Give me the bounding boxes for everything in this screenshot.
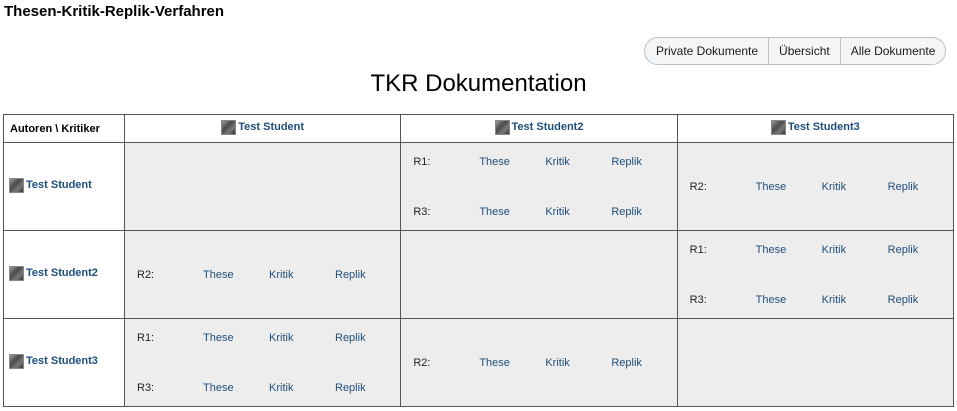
round-list: R1: These Kritik Replik R3: These Kritik Replik — [678, 240, 953, 310]
author-link[interactable]: Test Student — [9, 177, 92, 193]
replik-link[interactable]: Replik — [611, 206, 642, 218]
round-row: R3: These Kritik Replik — [678, 290, 953, 310]
these-link[interactable]: These — [479, 156, 545, 168]
round-list: R2: These Kritik Replik — [125, 240, 400, 310]
row-header: Test Student — [3, 142, 125, 231]
tkr-matrix-table: Autoren \ Kritiker Test Student Test Stu… — [3, 114, 955, 407]
these-link[interactable]: These — [756, 294, 822, 306]
author-link[interactable]: Test Student2 — [9, 265, 98, 281]
replik-link[interactable]: Replik — [611, 357, 642, 369]
kritik-link[interactable]: Kritik — [269, 269, 335, 281]
these-link[interactable]: These — [756, 244, 822, 256]
round-row: R3: These Kritik Replik — [125, 378, 400, 398]
these-link[interactable]: These — [756, 181, 822, 193]
round-row: R3: These Kritik Replik — [401, 202, 676, 222]
round-label: R3: — [413, 205, 431, 218]
all-documents-button[interactable]: Alle Dokumente — [839, 38, 946, 64]
author-name: Test Student3 — [26, 355, 98, 367]
avatar-icon — [494, 119, 510, 135]
overview-button[interactable]: Übersicht — [768, 38, 840, 64]
round-label: R2: — [137, 268, 155, 281]
kritik-link[interactable]: Kritik — [269, 382, 335, 394]
kritik-link[interactable]: Kritik — [822, 181, 888, 193]
app-title: Thesen-Kritik-Replik-Verfahren — [4, 3, 225, 20]
round-row: R2: These Kritik Replik — [125, 265, 400, 285]
matrix-cell: R2: These Kritik Replik — [676, 142, 955, 231]
these-link[interactable]: These — [203, 382, 269, 394]
round-list: R1: These Kritik Replik R3: These Kritik Replik — [401, 152, 676, 222]
round-label: R2: — [413, 356, 431, 369]
table-row: Test Student2 R2: These Kritik Replik R1: Thes… — [3, 230, 955, 319]
round-label: R1: — [413, 155, 431, 168]
author-name: Test Student — [26, 179, 92, 191]
round-label: R2: — [689, 180, 707, 193]
critic-name: Test Student3 — [787, 121, 860, 133]
corner-header: Autoren \ Kritiker — [3, 114, 125, 143]
round-label: R3: — [689, 293, 707, 306]
critic-link[interactable]: Test Student2 — [494, 119, 584, 135]
avatar-icon — [9, 265, 24, 281]
round-row: R1: These Kritik Replik — [678, 240, 953, 260]
author-link[interactable]: Test Student3 — [9, 353, 98, 369]
matrix-cell: R1: These Kritik Replik R3: These Kritik Replik — [400, 142, 678, 231]
round-label: R1: — [689, 243, 707, 256]
page-title: TKR Dokumentation — [370, 70, 587, 97]
round-label: R1: — [137, 331, 155, 344]
matrix-cell: R2: These Kritik Replik — [400, 318, 678, 407]
column-header: Test Student3 — [676, 114, 955, 143]
round-list: R2: These Kritik Replik — [678, 152, 953, 222]
matrix-cell — [123, 142, 402, 231]
author-name: Test Student2 — [26, 267, 98, 279]
kritik-link[interactable]: Kritik — [545, 357, 611, 369]
critic-link[interactable]: Test Student3 — [770, 119, 860, 135]
kritik-link[interactable]: Kritik — [545, 156, 611, 168]
kritik-link[interactable]: Kritik — [545, 206, 611, 218]
kritik-link[interactable]: Kritik — [269, 332, 335, 344]
replik-link[interactable]: Replik — [888, 244, 919, 256]
matrix-cell: R2: These Kritik Replik — [123, 230, 402, 319]
kritik-link[interactable]: Kritik — [822, 294, 888, 306]
matrix-cell: R1: These Kritik Replik R3: These Kritik Replik — [123, 318, 402, 407]
matrix-cell: R1: These Kritik Replik R3: These Kritik Replik — [676, 230, 955, 319]
private-documents-button[interactable]: Private Dokumente — [645, 38, 768, 64]
round-list: R2: These Kritik Replik — [401, 328, 676, 398]
column-header: Test Student2 — [400, 114, 678, 143]
row-header: Test Student3 — [3, 318, 125, 407]
these-link[interactable]: These — [203, 332, 269, 344]
round-list: R1: These Kritik Replik R3: These Kritik Replik — [125, 328, 400, 398]
critic-link[interactable]: Test Student — [221, 119, 305, 135]
round-row: R1: These Kritik Replik — [125, 328, 400, 348]
replik-link[interactable]: Replik — [888, 181, 919, 193]
avatar-icon — [9, 353, 24, 369]
avatar-icon — [770, 119, 786, 135]
these-link[interactable]: These — [203, 269, 269, 281]
table-row: Test Student3 R1: These Kritik Replik R3: Thes… — [3, 318, 955, 407]
row-header: Test Student2 — [3, 230, 125, 319]
replik-link[interactable]: Replik — [335, 269, 366, 281]
replik-link[interactable]: Replik — [611, 156, 642, 168]
these-link[interactable]: These — [479, 206, 545, 218]
round-row: R2: These Kritik Replik — [678, 177, 953, 197]
matrix-cell — [676, 318, 955, 407]
column-header: Test Student — [123, 114, 402, 143]
avatar-icon — [221, 119, 237, 135]
kritik-link[interactable]: Kritik — [822, 244, 888, 256]
table-row: Test Student R1: These Kritik Replik R3: These… — [3, 142, 955, 231]
these-link[interactable]: These — [479, 357, 545, 369]
avatar-icon — [9, 177, 24, 193]
table-header-row: Autoren \ Kritiker Test Student Test Stu… — [3, 114, 955, 143]
replik-link[interactable]: Replik — [888, 294, 919, 306]
replik-link[interactable]: Replik — [335, 382, 366, 394]
replik-link[interactable]: Replik — [335, 332, 366, 344]
critic-name: Test Student — [238, 121, 305, 133]
round-row: R2: These Kritik Replik — [401, 353, 676, 373]
round-label: R3: — [137, 381, 155, 394]
round-row: R1: These Kritik Replik — [401, 152, 676, 172]
nav-button-group: Private Dokumente Übersicht Alle Dokumen… — [644, 37, 947, 65]
critic-name: Test Student2 — [511, 121, 584, 133]
matrix-cell — [400, 230, 678, 319]
